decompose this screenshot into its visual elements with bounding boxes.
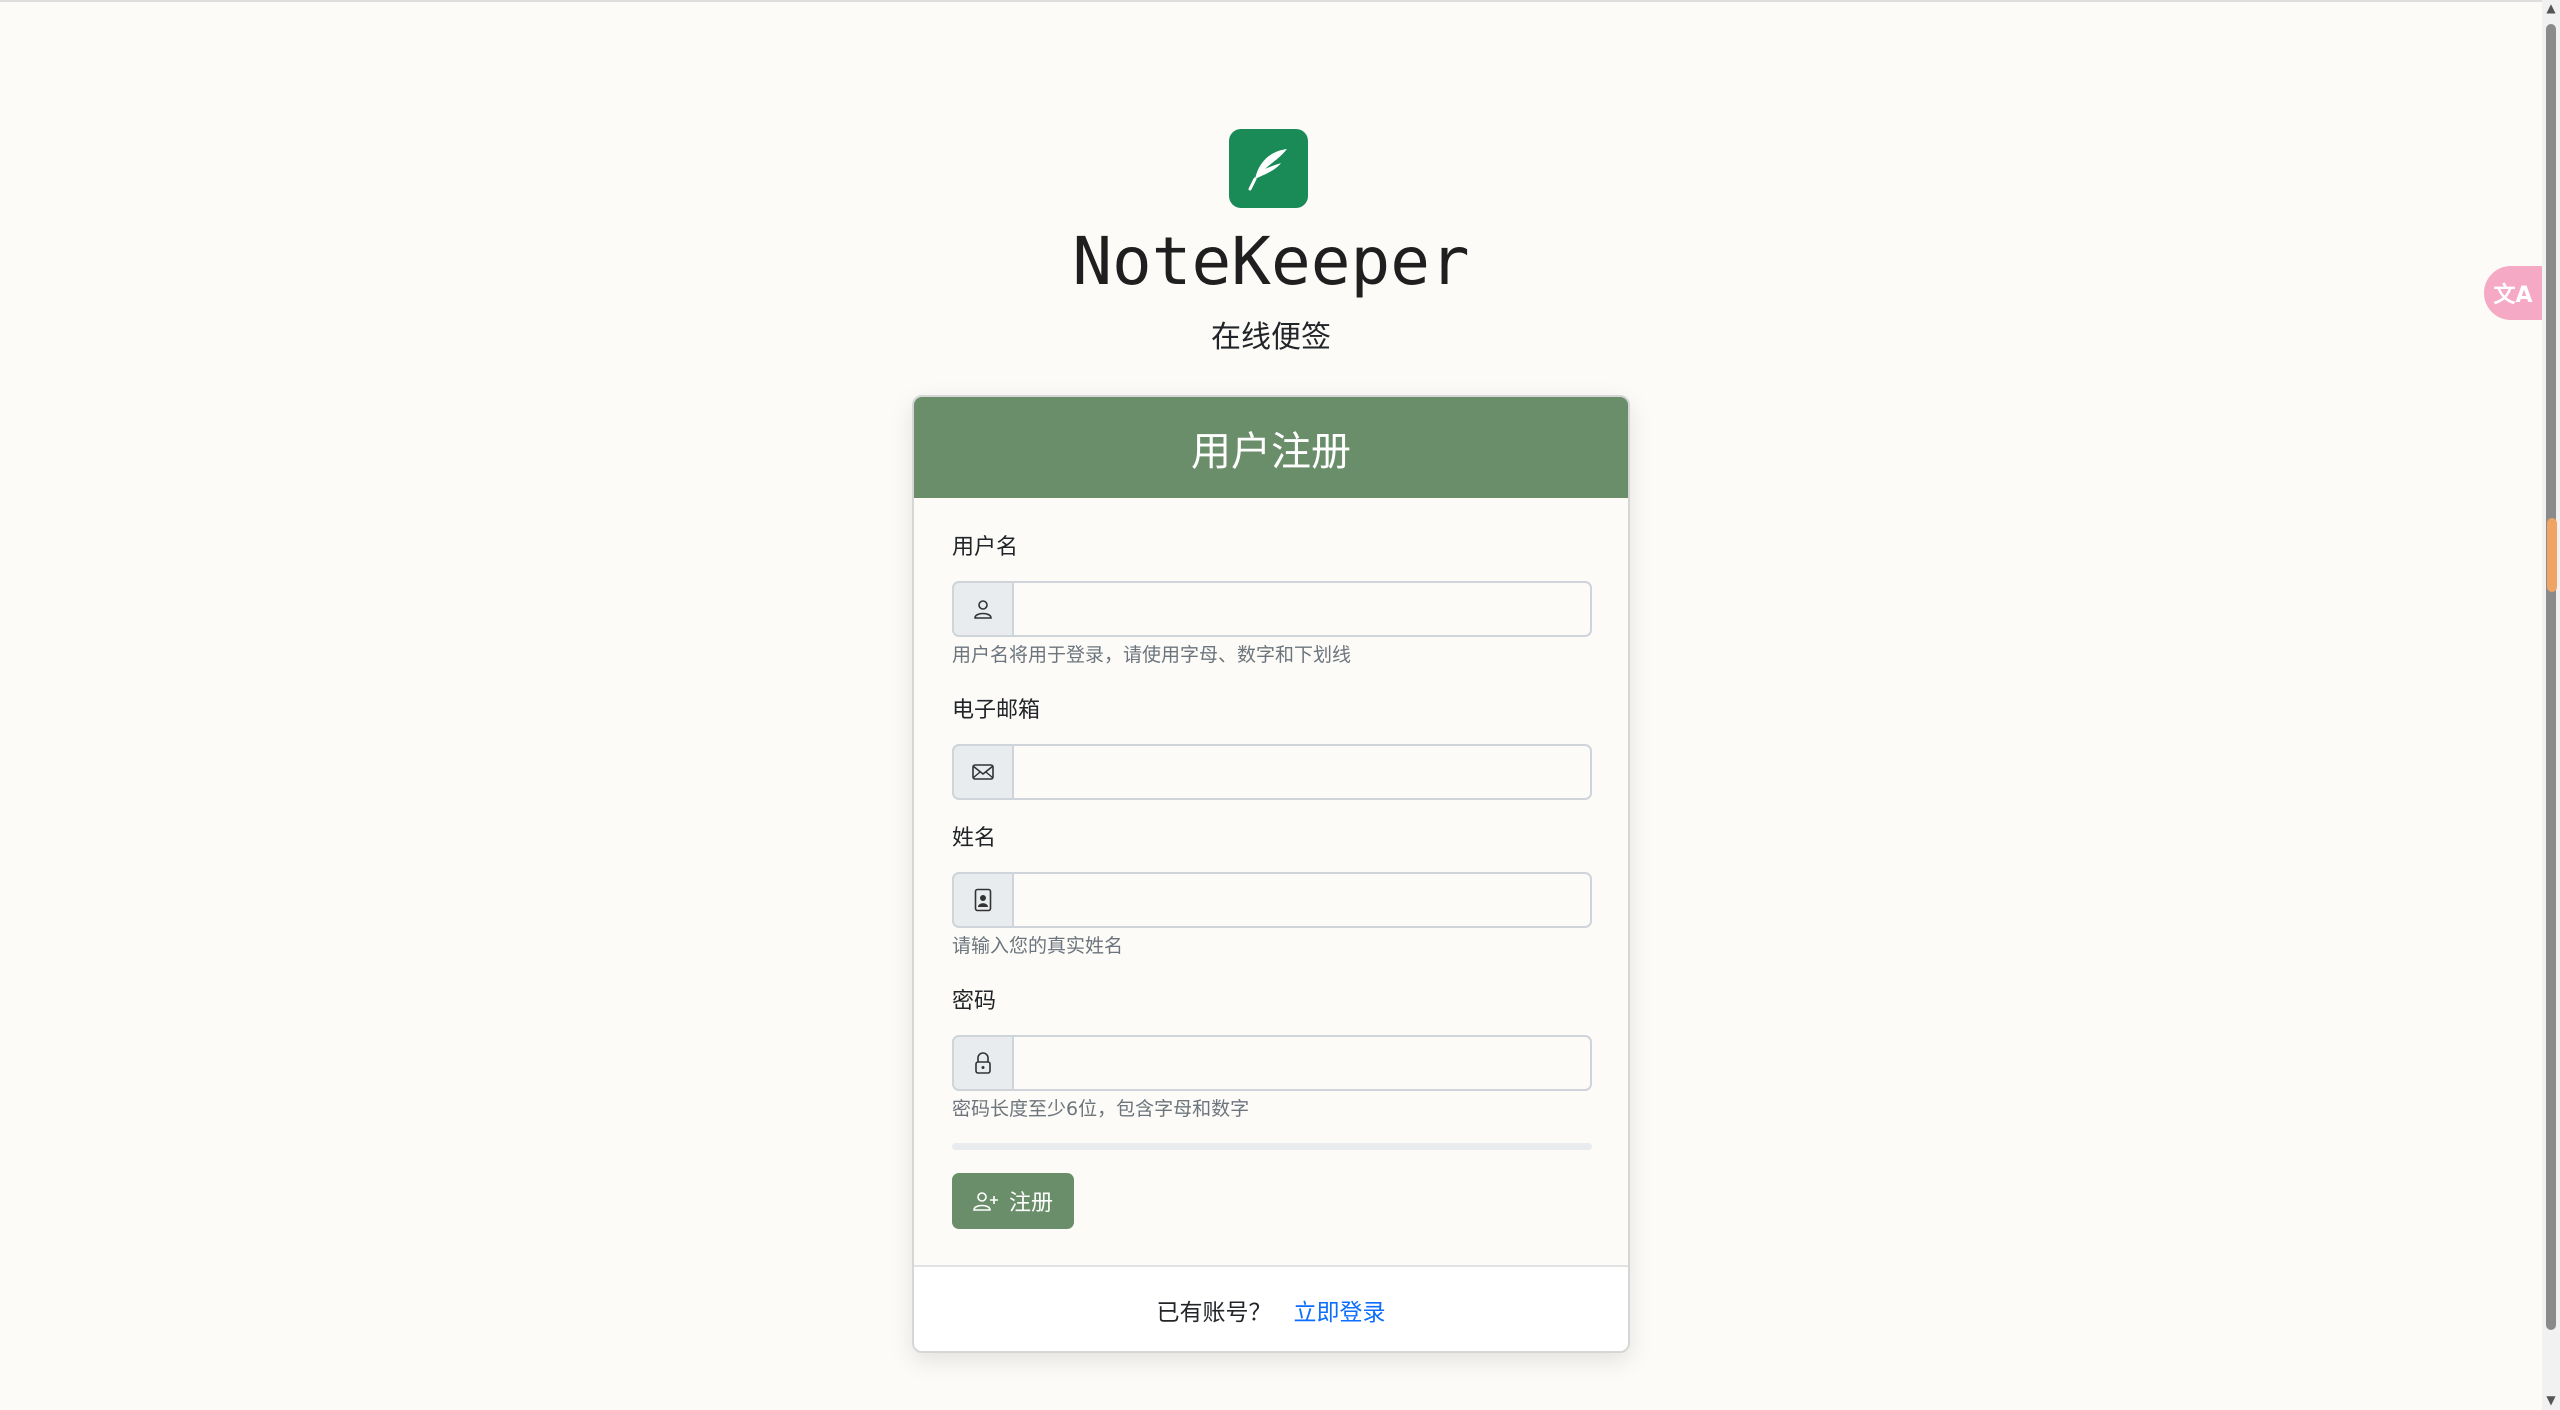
- card-footer: 已有账号？ 立即登录: [914, 1265, 1628, 1351]
- email-group: [952, 744, 1592, 800]
- app-title: NoteKeeper: [1072, 223, 1470, 300]
- fullname-input[interactable]: [1012, 872, 1592, 928]
- fullname-help: 请输入您的真实姓名: [952, 935, 1124, 957]
- translate-button[interactable]: 文A: [2484, 266, 2542, 320]
- lock-icon: [975, 1052, 991, 1074]
- scroll-down-arrow-icon[interactable]: ▼: [2545, 1394, 2557, 1406]
- password-group: [952, 1035, 1592, 1091]
- scroll-up-arrow-icon[interactable]: ▲: [2545, 2, 2557, 14]
- scrollbar-marker: [2547, 518, 2557, 592]
- envelope-icon: [972, 764, 994, 780]
- password-strength-bar: [952, 1143, 1592, 1150]
- register-button[interactable]: 注册: [952, 1173, 1074, 1229]
- username-group: [952, 581, 1592, 637]
- register-card: 用户注册 用户名 用户名将用于登录，请使用字母、数字和下划线 电子邮箱 姓名 请…: [912, 395, 1630, 1353]
- username-help: 用户名将用于登录，请使用字母、数字和下划线: [952, 644, 1352, 666]
- top-border: [0, 0, 2542, 2]
- password-addon: [952, 1035, 1012, 1091]
- email-addon: [952, 744, 1012, 800]
- card-title: 用户注册: [1191, 428, 1351, 475]
- email-label: 电子邮箱: [952, 698, 1041, 723]
- contact-card-icon: [974, 888, 992, 912]
- fullname-label: 姓名: [952, 826, 997, 851]
- register-button-label: 注册: [1008, 1191, 1053, 1216]
- password-help: 密码长度至少6位，包含字母和数字: [952, 1098, 1250, 1120]
- card-header: 用户注册: [914, 397, 1628, 498]
- email-input[interactable]: [1012, 744, 1592, 800]
- fullname-group: [952, 872, 1592, 928]
- fullname-addon: [952, 872, 1012, 928]
- app-logo: [1229, 129, 1308, 208]
- login-prompt: 已有账号？: [1156, 1300, 1272, 1326]
- feather-icon: [1248, 148, 1287, 190]
- password-label: 密码: [952, 989, 997, 1014]
- person-icon: [974, 600, 992, 619]
- app-subtitle: 在线便签: [1211, 320, 1331, 355]
- username-label: 用户名: [952, 535, 1019, 560]
- username-addon: [952, 581, 1012, 637]
- password-input[interactable]: [1012, 1035, 1592, 1091]
- scrollbar-thumb[interactable]: [2546, 24, 2556, 1330]
- person-plus-icon: [973, 1192, 998, 1211]
- username-input[interactable]: [1012, 581, 1592, 637]
- translate-icon: 文A: [2493, 283, 2533, 308]
- login-link[interactable]: 立即登录: [1294, 1293, 1386, 1327]
